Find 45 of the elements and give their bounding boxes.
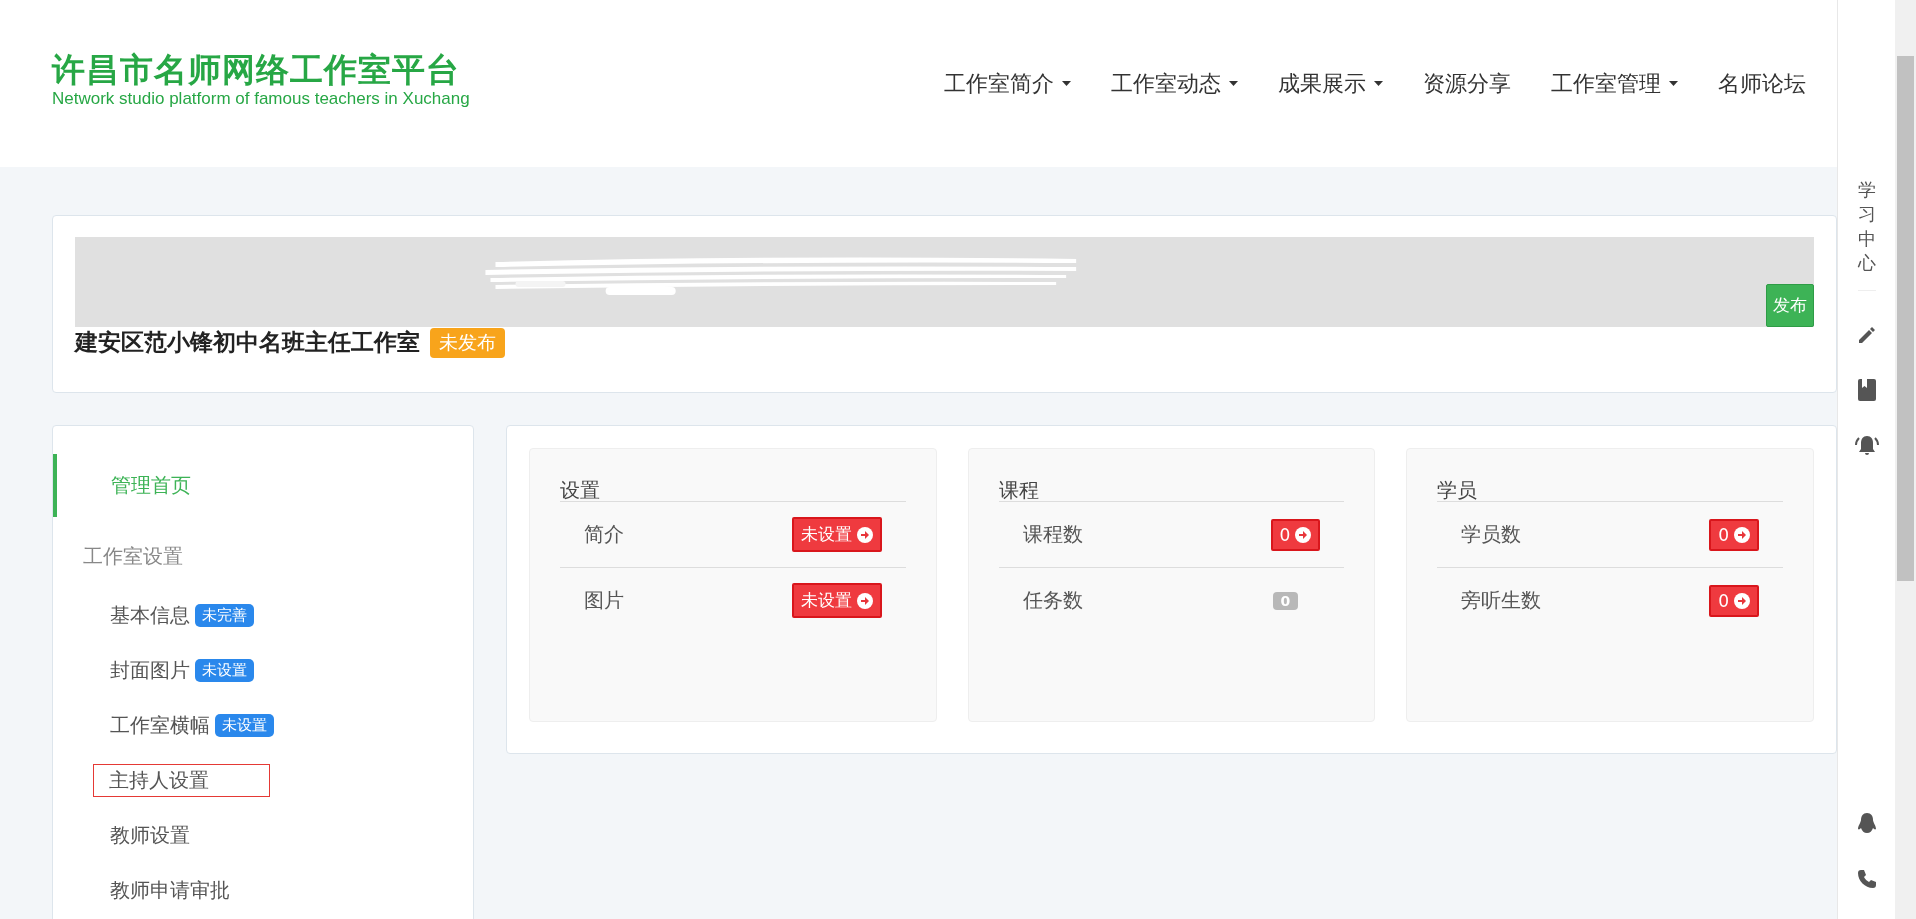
sidebar-item[interactable]: 基本信息	[109, 599, 191, 632]
status-button[interactable]: 0	[1709, 518, 1759, 551]
sidebar-item[interactable]: 教师设置	[109, 819, 191, 852]
stat-label: 课程数	[1022, 521, 1083, 548]
status-button[interactable]: 0	[1709, 584, 1759, 617]
status-badge: 未完善	[195, 604, 254, 627]
stat-label: 任务数	[1022, 587, 1083, 614]
status-badge: 未设置	[215, 714, 274, 737]
status-button[interactable]: 未设置	[791, 517, 882, 552]
studio-name: 建安区范小锋初中名班主任工作室	[75, 328, 420, 357]
nav-link[interactable]: 工作室管理	[1536, 68, 1693, 99]
sidebar-item[interactable]: 主持人设置	[93, 764, 270, 797]
book-icon[interactable]	[1857, 379, 1876, 402]
scrollbar[interactable]	[1895, 0, 1916, 919]
stat-label: 简介	[584, 521, 624, 548]
stat-label: 学员数	[1461, 521, 1522, 548]
nav-link[interactable]: 工作室动态	[1096, 68, 1253, 99]
study-center-link[interactable]: 学习中心	[1857, 178, 1876, 292]
caret-icon	[1374, 81, 1383, 86]
sidebar-item[interactable]: 工作室横幅	[109, 709, 211, 742]
nav-link[interactable]: 名师论坛	[1703, 68, 1821, 99]
card-title: 设置	[560, 479, 906, 502]
nav-link[interactable]: 资源分享	[1408, 68, 1526, 99]
card-title: 学员	[1437, 479, 1783, 502]
status-button[interactable]: 未设置	[791, 583, 882, 618]
stat-label: 旁听生数	[1461, 587, 1542, 614]
caret-icon	[1062, 81, 1071, 86]
penguin-icon[interactable]	[1856, 813, 1877, 835]
sidebar-item[interactable]: 封面图片	[109, 654, 191, 687]
status-badge: 未发布	[430, 327, 505, 358]
count-badge: 0	[1272, 591, 1299, 610]
status-button[interactable]: 0	[1270, 518, 1321, 551]
bell-icon[interactable]	[1854, 435, 1879, 458]
nav-link[interactable]: 工作室简介	[929, 68, 1086, 99]
phone-icon[interactable]	[1856, 869, 1877, 889]
caret-icon	[1229, 81, 1238, 86]
logo-subtitle: Network studio platform of famous teachers in Xuchang	[52, 88, 470, 109]
stat-label: 图片	[584, 587, 624, 614]
pencil-icon[interactable]	[1856, 325, 1877, 346]
sidebar-group-title: 工作室设置	[82, 543, 184, 570]
caret-icon	[1669, 81, 1678, 86]
sidebar-item[interactable]: 教师申请审批	[109, 874, 231, 907]
card-title: 课程	[998, 479, 1345, 502]
status-badge: 未设置	[195, 659, 254, 682]
nav-link[interactable]: 成果展示	[1263, 68, 1398, 99]
